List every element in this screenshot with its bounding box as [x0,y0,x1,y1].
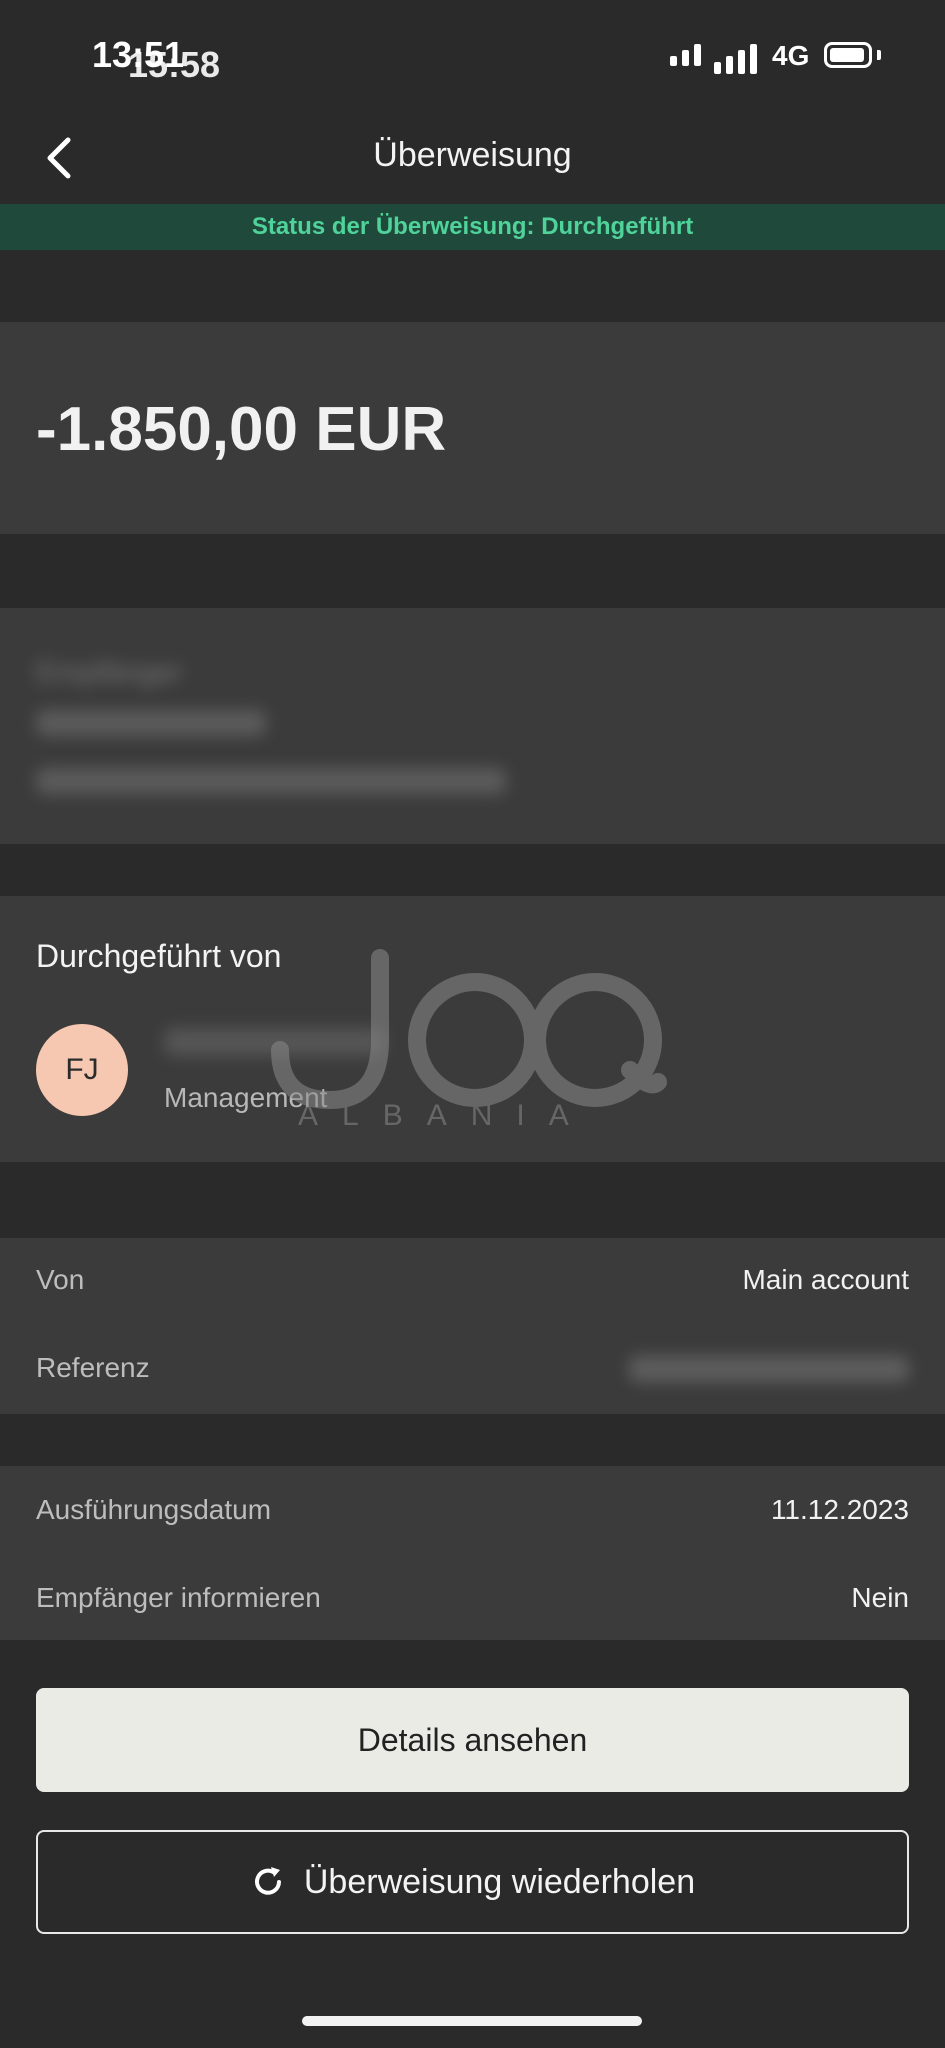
watermark-logo: ALBANIA [270,940,670,1140]
amount-card: -1.850,00 EUR [0,322,945,534]
joq-logo-icon: ALBANIA [271,949,667,1132]
battery-icon [824,42,872,68]
battery-tip-icon [877,50,881,60]
notify-recipient-label: Empfänger informieren [36,1582,321,1613]
transfer-amount: -1.850,00 EUR [36,395,447,464]
avatar-initials: FJ [65,1053,99,1086]
recipient-iban-redacted [36,768,506,794]
nav-bar: Überweisung [0,110,945,204]
view-details-label: Details ansehen [357,1721,588,1758]
repeat-transfer-button[interactable]: Überweisung wiederholen [36,1830,909,1934]
reference-label: Referenz [36,1352,150,1383]
avatar: FJ [36,1024,128,1116]
account-card: Von Main account Referenz [0,1238,945,1414]
recipient-name-redacted [36,710,266,736]
from-label: Von [36,1264,85,1295]
refresh-icon [254,1867,281,1895]
details-card: Ausführungsdatum 11.12.2023 Empfänger in… [0,1466,945,1640]
reference-value-redacted [629,1356,909,1382]
status-bar: 13:51 15:58 4G [0,0,945,110]
from-value: Main account [742,1264,909,1295]
view-details-button[interactable]: Details ansehen [36,1688,909,1792]
recipient-card[interactable]: Empfänger [0,608,945,844]
recipient-label: Empfänger [36,656,183,689]
signal-icon-secondary [714,44,757,74]
home-indicator[interactable] [302,2016,642,2026]
transfer-status-banner: Status der Überweisung: Durchgeführt [0,204,945,250]
notify-recipient-value: Nein [851,1582,909,1613]
signal-icon [670,44,701,66]
executed-by-title: Durchgeführt von [36,938,282,974]
repeat-transfer-label: Überweisung wiederholen [303,1862,696,1901]
network-label: 4G [772,40,810,71]
execution-date-label: Ausführungsdatum [36,1494,272,1525]
status-time-overlay: 15:58 [128,44,221,85]
execution-date-value: 11.12.2023 [770,1494,909,1525]
svg-text:ALBANIA: ALBANIA [298,1099,593,1132]
page-title: Überweisung [373,136,572,174]
